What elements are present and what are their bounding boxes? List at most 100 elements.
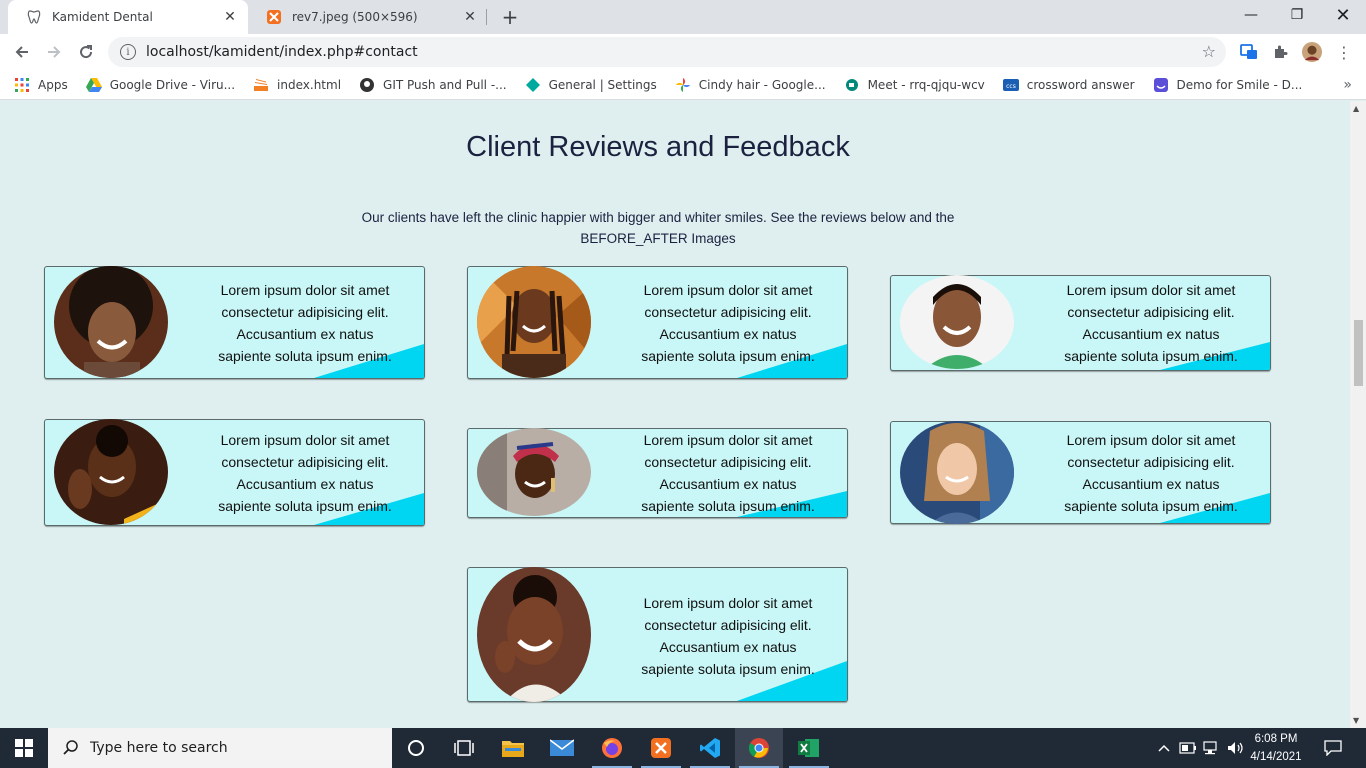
minimize-button[interactable]: — bbox=[1228, 0, 1274, 30]
stack-icon bbox=[253, 77, 269, 93]
chrome-icon bbox=[748, 738, 769, 758]
notifications-button[interactable] bbox=[1318, 728, 1348, 768]
ccs-icon: ccs bbox=[1002, 77, 1019, 93]
show-hidden-icons-button[interactable] bbox=[1156, 728, 1172, 768]
review-line: sapiente soluta ipsum enim. bbox=[641, 498, 815, 514]
client-photo bbox=[477, 567, 591, 702]
xampp-button[interactable] bbox=[637, 728, 685, 768]
bookmark-crossword[interactable]: ccs crossword answer bbox=[1002, 77, 1135, 93]
close-window-button[interactable]: ✕ bbox=[1320, 0, 1366, 30]
vscode-icon bbox=[700, 738, 720, 758]
bookmark-apps[interactable]: Apps bbox=[14, 77, 68, 93]
address-bar[interactable]: i localhost/kamident/index.php#contact ☆ bbox=[108, 37, 1226, 67]
extensions-puzzle-icon[interactable] bbox=[1270, 42, 1290, 62]
network-tray-icon[interactable] bbox=[1202, 728, 1222, 768]
google-photos-icon bbox=[675, 77, 691, 93]
tab-rev7-jpeg[interactable]: rev7.jpeg (500×596) ✕ bbox=[248, 0, 488, 34]
client-photo bbox=[477, 428, 591, 516]
review-line: Lorem ipsum dolor sit amet bbox=[643, 282, 813, 298]
cortana-icon bbox=[408, 740, 424, 756]
close-tab-icon[interactable]: ✕ bbox=[462, 9, 478, 25]
vscode-button[interactable] bbox=[686, 728, 734, 768]
bookmark-label: Apps bbox=[38, 77, 68, 92]
scrollbar-thumb[interactable] bbox=[1354, 320, 1363, 386]
chrome-menu-icon[interactable]: ⋮ bbox=[1334, 42, 1354, 62]
client-photo bbox=[54, 419, 168, 525]
search-placeholder: Type here to search bbox=[90, 740, 228, 756]
reload-button[interactable] bbox=[72, 38, 100, 66]
tab-title: rev7.jpeg (500×596) bbox=[292, 10, 418, 24]
bookmark-cindy-hair[interactable]: Cindy hair - Google... bbox=[675, 77, 826, 93]
bookmark-meet[interactable]: Meet - rrq-qjqu-wcv bbox=[844, 77, 985, 93]
chrome-button[interactable] bbox=[735, 728, 783, 768]
search-icon bbox=[63, 740, 78, 755]
more-bookmarks-icon[interactable]: » bbox=[1343, 77, 1352, 93]
review-line: consectetur adipisicing elit. bbox=[644, 304, 812, 320]
client-photo bbox=[900, 275, 1014, 369]
bookmark-label: Cindy hair - Google... bbox=[698, 77, 826, 92]
taskbar-clock[interactable]: 6:08 PM 4/14/2021 bbox=[1246, 730, 1306, 766]
review-line: Lorem ipsum dolor sit amet bbox=[643, 432, 813, 448]
scroll-up-arrow-icon[interactable]: ▲ bbox=[1353, 104, 1359, 113]
review-line: Accusantium ex natus bbox=[236, 476, 374, 492]
battery-icon bbox=[1179, 742, 1196, 754]
start-button[interactable] bbox=[0, 728, 48, 768]
review-line: consectetur adipisicing elit. bbox=[1067, 304, 1235, 320]
folder-icon bbox=[502, 741, 524, 757]
restore-button[interactable]: ❐ bbox=[1274, 0, 1320, 30]
browser-toolbar: i localhost/kamident/index.php#contact ☆… bbox=[0, 34, 1366, 70]
taskbar-search-box[interactable]: Type here to search bbox=[48, 728, 392, 768]
review-line: sapiente soluta ipsum enim. bbox=[641, 348, 815, 364]
speaker-icon bbox=[1228, 742, 1243, 754]
bookmark-demo-smile[interactable]: Demo for Smile - D... bbox=[1153, 77, 1302, 93]
clock-date: 4/14/2021 bbox=[1250, 751, 1302, 763]
tab-title: Kamident Dental bbox=[52, 10, 153, 24]
review-line: Lorem ipsum dolor sit amet bbox=[643, 595, 813, 611]
firefox-button[interactable] bbox=[588, 728, 636, 768]
bookmark-general-settings[interactable]: General | Settings bbox=[525, 77, 657, 93]
volume-tray-icon[interactable] bbox=[1226, 728, 1246, 768]
review-text: Lorem ipsum dolor sit amet consectetur a… bbox=[1051, 279, 1251, 367]
reviews-section: Client Reviews and Feedback Our clients … bbox=[0, 101, 1350, 728]
scroll-down-arrow-icon[interactable]: ▼ bbox=[1353, 716, 1359, 725]
tab-strip: Kamident Dental ✕ rev7.jpeg (500×596) ✕ … bbox=[0, 0, 1366, 34]
review-line: sapiente soluta ipsum enim. bbox=[218, 498, 392, 514]
review-line: Accusantium ex natus bbox=[1082, 326, 1220, 342]
forward-button[interactable] bbox=[40, 38, 68, 66]
info-icon[interactable]: i bbox=[120, 44, 136, 60]
review-text: Lorem ipsum dolor sit amet consectetur a… bbox=[628, 429, 828, 517]
tab-divider bbox=[486, 9, 487, 25]
firefox-icon bbox=[602, 738, 622, 758]
github-icon bbox=[359, 77, 375, 93]
cortana-button[interactable] bbox=[392, 728, 440, 768]
review-text: Lorem ipsum dolor sit amet consectetur a… bbox=[205, 279, 405, 367]
cast-extension-icon[interactable] bbox=[1239, 42, 1259, 62]
svg-text:ccs: ccs bbox=[1006, 83, 1016, 90]
bookmark-google-drive[interactable]: Google Drive - Viru... bbox=[85, 77, 235, 93]
battery-tray-icon[interactable] bbox=[1178, 728, 1198, 768]
bookmark-index-html[interactable]: index.html bbox=[253, 77, 341, 93]
new-tab-button[interactable]: + bbox=[498, 5, 522, 29]
page-scrollbar[interactable]: ▲ ▼ bbox=[1350, 101, 1366, 728]
profile-avatar[interactable] bbox=[1302, 42, 1322, 62]
review-line: Accusantium ex natus bbox=[659, 476, 797, 492]
review-line: sapiente soluta ipsum enim. bbox=[1064, 498, 1238, 514]
tab-kamident-dental[interactable]: Kamident Dental ✕ bbox=[8, 0, 248, 34]
task-view-button[interactable] bbox=[440, 728, 488, 768]
file-explorer-button[interactable] bbox=[489, 728, 537, 768]
close-tab-icon[interactable]: ✕ bbox=[222, 9, 238, 25]
task-view-icon bbox=[454, 740, 474, 756]
bookmark-git-push[interactable]: GIT Push and Pull -... bbox=[359, 77, 507, 93]
review-line: Lorem ipsum dolor sit amet bbox=[1066, 432, 1236, 448]
xampp-icon bbox=[651, 738, 671, 758]
review-text: Lorem ipsum dolor sit amet consectetur a… bbox=[628, 592, 828, 680]
review-line: sapiente soluta ipsum enim. bbox=[1064, 348, 1238, 364]
bookmark-label: crossword answer bbox=[1026, 77, 1135, 92]
excel-button[interactable] bbox=[785, 728, 833, 768]
bookmark-star-icon[interactable]: ☆ bbox=[1202, 42, 1216, 61]
review-line: Lorem ipsum dolor sit amet bbox=[1066, 282, 1236, 298]
review-text: Lorem ipsum dolor sit amet consectetur a… bbox=[1051, 429, 1251, 517]
back-button[interactable] bbox=[8, 38, 36, 66]
network-icon bbox=[1203, 741, 1217, 755]
mail-button[interactable] bbox=[538, 728, 586, 768]
